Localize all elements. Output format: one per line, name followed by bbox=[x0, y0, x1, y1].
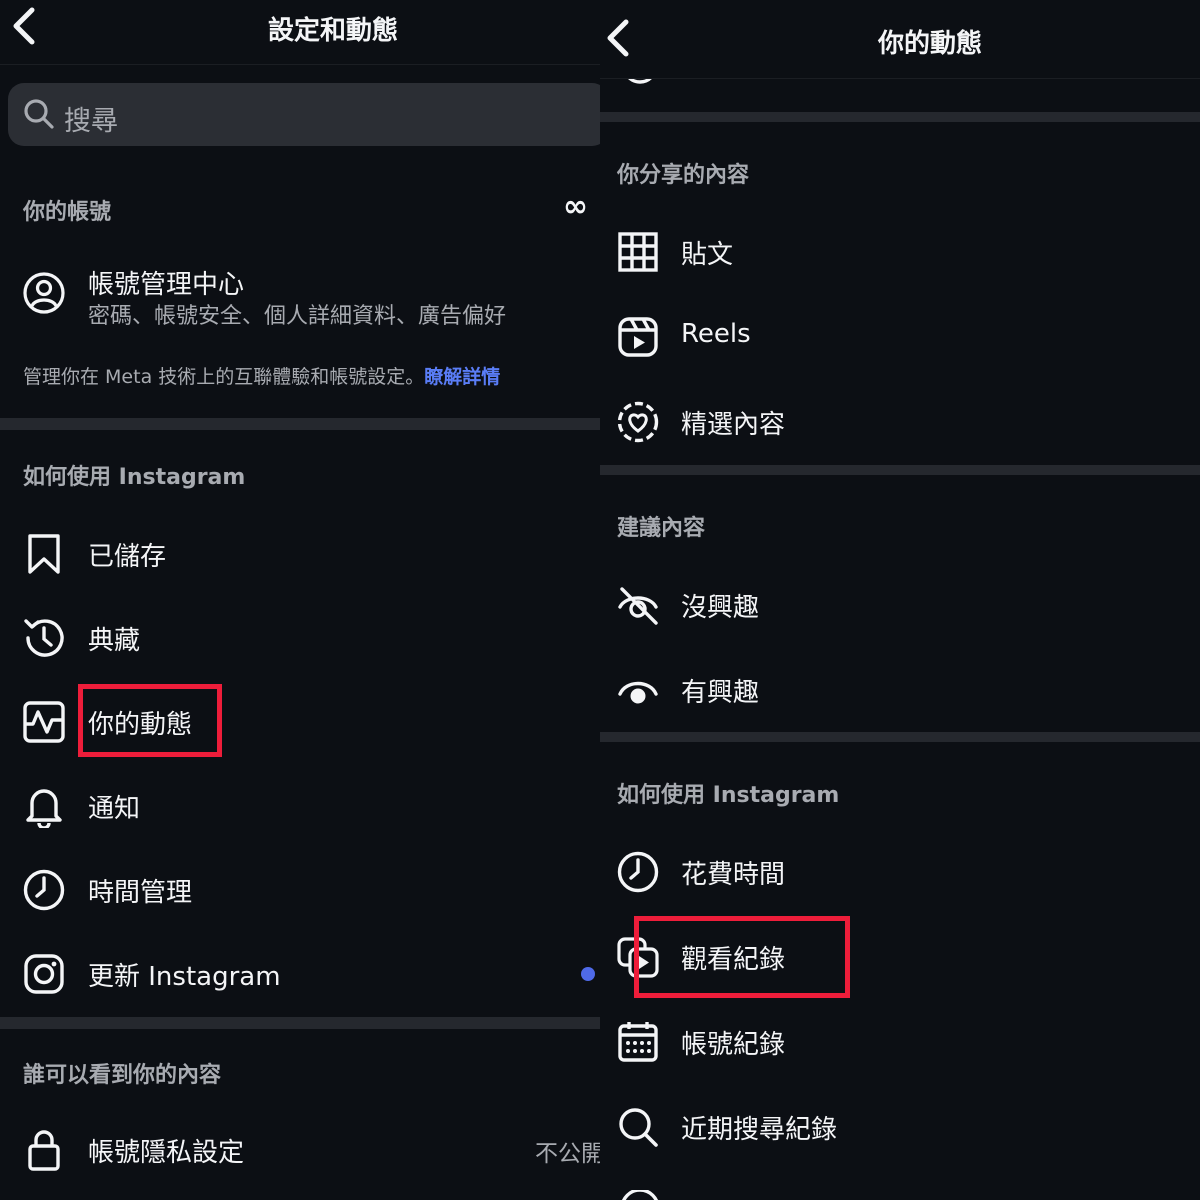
section-divider bbox=[600, 465, 1200, 475]
highlight-box bbox=[634, 916, 850, 998]
highlights-icon bbox=[616, 400, 660, 444]
how-you-use-section-header: 如何使用 Instagram bbox=[617, 783, 840, 808]
eye-icon bbox=[616, 668, 660, 712]
account-privacy-value: 不公開 bbox=[535, 1141, 600, 1167]
search-input[interactable]: 搜尋 bbox=[8, 83, 600, 146]
notifications-label: 通知 bbox=[88, 794, 141, 824]
accounts-center-item[interactable]: 帳號管理中心 密碼、帳號安全、個人詳細資料、廣告偏好 bbox=[0, 258, 600, 330]
section-divider bbox=[600, 112, 1200, 122]
activity-icon bbox=[22, 700, 66, 744]
interested-item[interactable]: 有興趣 bbox=[600, 660, 1200, 720]
eye-off-icon bbox=[616, 583, 660, 627]
suggested-content-section-header: 建議內容 bbox=[617, 516, 706, 541]
highlights-label: 精選內容 bbox=[681, 410, 786, 440]
calendar-icon bbox=[616, 1020, 660, 1064]
search-placeholder: 搜尋 bbox=[64, 106, 118, 137]
recent-searches-label: 近期搜尋紀錄 bbox=[681, 1115, 838, 1145]
header-divider bbox=[600, 78, 1200, 79]
not-interested-label: 沒興趣 bbox=[681, 593, 760, 623]
section-divider bbox=[0, 1017, 600, 1029]
settings-and-activity-panel: 設定和動態 搜尋 你的帳號 ∞ 帳號管理中心 密碼、帳號安全、個人詳細資料、廣告… bbox=[0, 0, 600, 1200]
partial-item-icon bbox=[618, 1188, 662, 1200]
accounts-center-title: 帳號管理中心 bbox=[88, 270, 245, 300]
saved-item[interactable]: 已儲存 bbox=[0, 524, 600, 584]
highlights-item[interactable]: 精選內容 bbox=[600, 392, 1200, 452]
back-arrow-icon[interactable] bbox=[602, 18, 642, 62]
bookmark-icon bbox=[22, 532, 66, 576]
time-management-item[interactable]: 時間管理 bbox=[0, 860, 600, 920]
lock-icon bbox=[22, 1128, 66, 1172]
page-title: 設定和動態 bbox=[268, 16, 399, 46]
shared-content-section-header: 你分享的內容 bbox=[617, 163, 750, 188]
how-you-use-section-header: 如何使用 Instagram bbox=[23, 465, 246, 490]
who-can-see-section-header: 誰可以看到你的內容 bbox=[23, 1063, 222, 1088]
account-privacy-label: 帳號隱私設定 bbox=[88, 1138, 245, 1168]
interested-label: 有興趣 bbox=[681, 678, 760, 708]
time-management-label: 時間管理 bbox=[88, 878, 193, 908]
account-history-label: 帳號紀錄 bbox=[681, 1030, 786, 1060]
time-spent-label: 花費時間 bbox=[681, 860, 786, 890]
reels-item[interactable]: Reels bbox=[600, 307, 1200, 367]
notification-dot bbox=[581, 967, 595, 981]
archive-item[interactable]: 典藏 bbox=[0, 608, 600, 668]
meta-note-text: 管理你在 Meta 技術上的互聯體驗和帳號設定。 bbox=[23, 366, 425, 388]
archive-history-icon bbox=[22, 616, 66, 660]
section-divider bbox=[0, 418, 600, 430]
recent-searches-item[interactable]: 近期搜尋紀錄 bbox=[600, 1097, 1200, 1157]
meta-note: 管理你在 Meta 技術上的互聯體驗和帳號設定。瞭解詳情 bbox=[23, 362, 500, 389]
update-instagram-label: 更新 Instagram bbox=[88, 962, 281, 992]
not-interested-item[interactable]: 沒興趣 bbox=[600, 575, 1200, 635]
reels-label: Reels bbox=[681, 319, 751, 349]
learn-more-link[interactable]: 瞭解詳情 bbox=[424, 366, 500, 388]
grid-icon bbox=[616, 230, 660, 274]
saved-label: 已儲存 bbox=[88, 542, 167, 572]
accounts-center-subtitle: 密碼、帳號安全、個人詳細資料、廣告偏好 bbox=[88, 304, 507, 329]
time-spent-item[interactable]: 花費時間 bbox=[600, 842, 1200, 902]
your-activity-panel: 你的動態 你分享的內容 貼文 Reels 精選內容 建議內容 沒興趣 有興趣 如… bbox=[600, 0, 1200, 1200]
search-icon bbox=[22, 97, 56, 135]
header-divider bbox=[0, 64, 600, 65]
bell-icon bbox=[22, 784, 66, 828]
page-title: 你的動態 bbox=[878, 29, 983, 59]
notifications-item[interactable]: 通知 bbox=[0, 776, 600, 836]
instagram-icon bbox=[22, 952, 66, 996]
update-instagram-item[interactable]: 更新 Instagram bbox=[0, 944, 600, 1004]
account-history-item[interactable]: 帳號紀錄 bbox=[600, 1012, 1200, 1072]
highlight-box bbox=[78, 684, 222, 757]
archive-label: 典藏 bbox=[88, 626, 141, 656]
back-arrow-icon[interactable] bbox=[4, 6, 44, 50]
clock-icon bbox=[22, 868, 66, 912]
account-section-header: 你的帳號 bbox=[23, 200, 112, 225]
search-icon bbox=[616, 1105, 660, 1149]
clock-icon bbox=[616, 850, 660, 894]
reels-icon bbox=[616, 315, 660, 359]
posts-item[interactable]: 貼文 bbox=[600, 222, 1200, 282]
profile-circle-icon bbox=[22, 271, 66, 315]
account-privacy-item[interactable]: 帳號隱私設定 不公開 bbox=[0, 1120, 600, 1180]
posts-label: 貼文 bbox=[681, 240, 734, 270]
meta-logo: ∞ bbox=[563, 189, 588, 224]
section-divider bbox=[600, 732, 1200, 742]
